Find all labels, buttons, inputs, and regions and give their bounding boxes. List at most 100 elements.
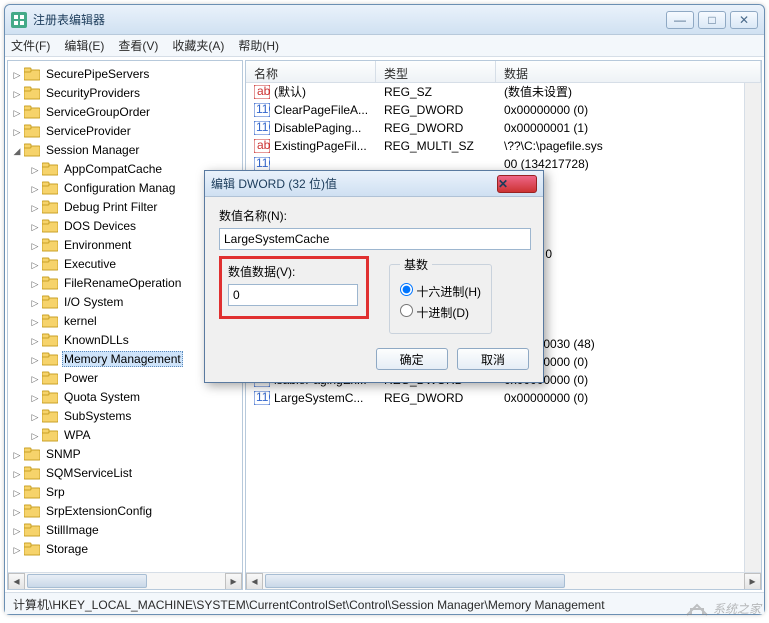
twisty-icon[interactable]: ▷: [30, 237, 40, 255]
maximize-button[interactable]: □: [698, 11, 726, 29]
folder-icon: [24, 504, 40, 518]
tree-item-label: StillImage: [44, 523, 101, 537]
twisty-icon[interactable]: ▷: [12, 66, 22, 84]
twisty-icon[interactable]: ▷: [30, 427, 40, 445]
list-hscrollbar[interactable]: ◂ ▸: [246, 572, 761, 589]
twisty-icon[interactable]: ▷: [30, 294, 40, 312]
value-type: REG_DWORD: [376, 119, 496, 137]
tree-item[interactable]: ▷ StillImage: [12, 521, 242, 540]
twisty-icon[interactable]: ▷: [12, 484, 22, 502]
scroll-right-icon[interactable]: ▸: [744, 573, 761, 590]
folder-icon: [42, 181, 58, 195]
twisty-icon[interactable]: ▷: [30, 389, 40, 407]
menu-file[interactable]: 文件(F): [11, 37, 50, 54]
scroll-thumb[interactable]: [27, 574, 147, 588]
menu-edit[interactable]: 编辑(E): [64, 37, 104, 54]
value-name: LargeSystemC...: [274, 389, 363, 407]
twisty-icon[interactable]: ▷: [30, 161, 40, 179]
tree-item[interactable]: ▷SrpExtensionConfig: [12, 502, 242, 521]
list-row[interactable]: DisablePaging... REG_DWORD 0x00000001 (1…: [246, 119, 761, 137]
col-type[interactable]: 类型: [376, 61, 496, 82]
tree-item[interactable]: ▷ Quota System: [30, 388, 242, 407]
regedit-icon: [11, 12, 27, 28]
twisty-icon[interactable]: ▷: [30, 370, 40, 388]
twisty-icon[interactable]: ▷: [12, 522, 22, 540]
tree-item[interactable]: ▷WPA: [30, 426, 242, 445]
tree-hscrollbar[interactable]: ◂ ▸: [8, 572, 242, 589]
house-icon: [685, 599, 709, 617]
twisty-icon[interactable]: ▷: [12, 104, 22, 122]
twisty-icon[interactable]: ▷: [30, 408, 40, 426]
folder-icon: [42, 257, 58, 271]
value-data-label: 数值数据(V):: [228, 263, 360, 280]
radio-hex[interactable]: 十六进制(H): [400, 283, 481, 300]
tree-item-label: I/O System: [62, 295, 125, 309]
twisty-icon[interactable]: ▷: [30, 313, 40, 331]
menu-help[interactable]: 帮助(H): [238, 37, 279, 54]
ok-button[interactable]: 确定: [376, 348, 448, 370]
tree-item-label: ServiceProvider: [44, 124, 133, 138]
list-header[interactable]: 名称 类型 数据: [246, 61, 761, 83]
list-row[interactable]: LargeSystemC... REG_DWORD 0x00000000 (0): [246, 389, 761, 407]
twisty-icon[interactable]: ▷: [30, 332, 40, 350]
folder-icon: [42, 238, 58, 252]
minimize-button[interactable]: —: [666, 11, 694, 29]
tree-item[interactable]: ▷Storage: [12, 540, 242, 559]
twisty-icon[interactable]: ▷: [30, 256, 40, 274]
dialog-close-button[interactable]: ✕: [497, 175, 537, 193]
list-row[interactable]: (默认) REG_SZ (数值未设置): [246, 83, 761, 101]
twisty-icon[interactable]: ▷: [30, 275, 40, 293]
tree-item[interactable]: ▷SubSystems: [30, 407, 242, 426]
value-data: 0x00000000 (0): [496, 389, 761, 407]
value-name: (默认): [274, 83, 306, 101]
folder-icon: [24, 542, 40, 556]
value-icon: [254, 121, 270, 135]
value-icon: [254, 139, 270, 153]
scroll-thumb[interactable]: [265, 574, 565, 588]
menu-fav[interactable]: 收藏夹(A): [172, 37, 224, 54]
value-name: ClearPageFileA...: [274, 101, 368, 119]
tree-item[interactable]: ▷SQMServiceList: [12, 464, 242, 483]
radio-dec-input[interactable]: [400, 304, 413, 317]
twisty-icon[interactable]: ▷: [30, 218, 40, 236]
list-vscrollbar[interactable]: [744, 83, 761, 572]
tree-item[interactable]: ▷SNMP: [12, 445, 242, 464]
twisty-icon[interactable]: ▷: [12, 541, 22, 559]
value-data: \??\C:\pagefile.sys: [496, 137, 761, 155]
twisty-icon[interactable]: ▷: [12, 465, 22, 483]
tree-item[interactable]: ▷SecurityProviders: [12, 84, 242, 103]
scroll-left-icon[interactable]: ◂: [8, 573, 25, 590]
tree-item[interactable]: ▷Srp: [12, 483, 242, 502]
radio-dec[interactable]: 十进制(D): [400, 304, 481, 321]
scroll-left-icon[interactable]: ◂: [246, 573, 263, 590]
list-row[interactable]: ClearPageFileA... REG_DWORD 0x00000000 (…: [246, 101, 761, 119]
close-button[interactable]: ✕: [730, 11, 758, 29]
value-data-field[interactable]: [228, 284, 358, 306]
twisty-icon[interactable]: ▷: [12, 123, 22, 141]
menu-view[interactable]: 查看(V): [118, 37, 158, 54]
dialog-title: 编辑 DWORD (32 位)值: [211, 175, 497, 192]
cancel-button[interactable]: 取消: [457, 348, 529, 370]
tree-item[interactable]: ▷ ServiceProvider: [12, 122, 242, 141]
twisty-icon[interactable]: ▷: [12, 446, 22, 464]
folder-icon: [42, 200, 58, 214]
twisty-icon[interactable]: ▷: [30, 180, 40, 198]
dialog-titlebar[interactable]: 编辑 DWORD (32 位)值 ✕: [205, 171, 543, 197]
folder-icon: [24, 67, 40, 81]
tree-item[interactable]: ▷ServiceGroupOrder: [12, 103, 242, 122]
titlebar[interactable]: 注册表编辑器 — □ ✕: [5, 5, 764, 35]
twisty-icon[interactable]: ▷: [30, 199, 40, 217]
tree-item-label: Quota System: [62, 390, 142, 404]
twisty-icon[interactable]: ▷: [30, 351, 40, 369]
radio-hex-input[interactable]: [400, 283, 413, 296]
folder-icon: [24, 105, 40, 119]
twisty-icon[interactable]: ▷: [12, 85, 22, 103]
scroll-right-icon[interactable]: ▸: [225, 573, 242, 590]
col-data[interactable]: 数据: [496, 61, 761, 82]
twisty-icon[interactable]: ◢: [12, 142, 22, 160]
value-data: (数值未设置): [496, 83, 761, 101]
col-name[interactable]: 名称: [246, 61, 376, 82]
list-row[interactable]: ExistingPageFil... REG_MULTI_SZ \??\C:\p…: [246, 137, 761, 155]
tree-item[interactable]: ▷SecurePipeServers: [12, 65, 242, 84]
twisty-icon[interactable]: ▷: [12, 503, 22, 521]
